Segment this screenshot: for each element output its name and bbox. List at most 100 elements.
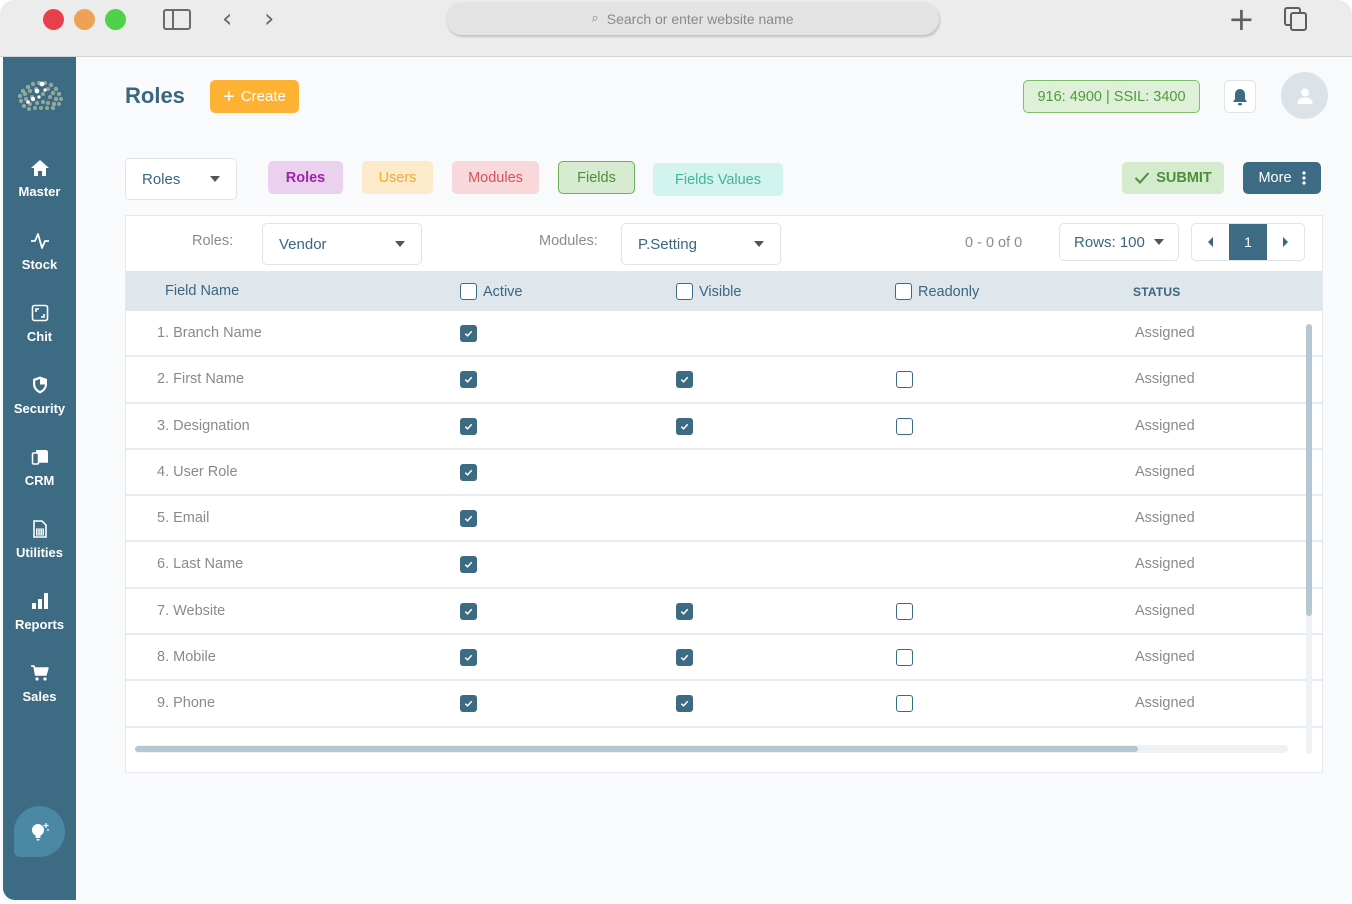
- readonly-checkbox[interactable]: [896, 649, 913, 667]
- lightbulb-sparkle-icon: [31, 822, 49, 840]
- entity-type-select[interactable]: Roles: [125, 158, 237, 200]
- select-all-visible-checkbox[interactable]: [676, 283, 693, 300]
- pagination: 1: [1191, 223, 1305, 261]
- sidebar-item-crm[interactable]: CRM: [3, 447, 76, 488]
- active-checkbox[interactable]: [460, 556, 477, 574]
- tab-fields-values[interactable]: Fields Values: [653, 163, 783, 196]
- active-checkbox[interactable]: [460, 463, 477, 481]
- active-checkbox[interactable]: [460, 602, 477, 620]
- sidebar-item-sales[interactable]: Sales: [3, 663, 76, 704]
- next-page-button[interactable]: [1267, 224, 1304, 260]
- sidebar-item-stock[interactable]: Stock: [3, 231, 76, 272]
- sidebar-toggle-icon[interactable]: [163, 9, 191, 30]
- assistant-button[interactable]: [14, 806, 65, 857]
- url-bar[interactable]: ⌕ Search or enter website name: [446, 2, 939, 35]
- readonly-checkbox[interactable]: [896, 602, 913, 620]
- table-row: 8. Mobile Assigned: [126, 635, 1322, 682]
- horizontal-scrollbar-thumb[interactable]: [135, 746, 1139, 752]
- pagination-range: 0 - 0 of 0: [965, 235, 1023, 251]
- home-icon: [3, 158, 76, 180]
- kebab-menu-icon: [1301, 171, 1306, 185]
- check-icon: [680, 377, 689, 384]
- back-arrow-icon[interactable]: ‹: [222, 4, 232, 34]
- column-header-active: Active: [460, 283, 523, 300]
- active-checkbox[interactable]: [460, 695, 477, 713]
- table-body: 1. Branch Name Assigned 2. First Name Assig…: [126, 311, 1322, 728]
- close-window-button[interactable]: [43, 9, 64, 30]
- notifications-button[interactable]: [1224, 80, 1256, 113]
- active-checkbox[interactable]: [460, 371, 477, 389]
- sidebar-item-security[interactable]: Security: [3, 375, 76, 416]
- readonly-cell: [896, 417, 913, 439]
- caret-left-icon: [1208, 237, 1214, 247]
- rows-per-page-select[interactable]: Rows: 100: [1059, 223, 1179, 261]
- active-checkbox[interactable]: [460, 417, 477, 435]
- minimize-window-button[interactable]: [74, 9, 95, 30]
- roles-filter-label: Roles:: [192, 233, 234, 249]
- tab-modules[interactable]: Modules: [452, 161, 539, 194]
- more-button[interactable]: More: [1243, 162, 1321, 194]
- tab-fields[interactable]: Fields: [558, 161, 635, 194]
- active-cell: [460, 695, 477, 713]
- readonly-checkbox[interactable]: [896, 371, 913, 389]
- sidebar-item-reports[interactable]: Reports: [3, 591, 76, 632]
- column-header-label: Visible: [699, 283, 742, 300]
- maximize-window-button[interactable]: [105, 9, 126, 30]
- check-icon: [464, 701, 473, 708]
- status-text: Assigned: [1135, 649, 1195, 666]
- active-cell: [460, 371, 477, 389]
- entity-type-value: Roles: [142, 170, 181, 188]
- sidebar-item-chit[interactable]: Chit: [3, 303, 76, 344]
- check-icon: [680, 423, 689, 430]
- module-select[interactable]: P.Setting: [621, 223, 781, 265]
- prev-page-button[interactable]: [1192, 224, 1229, 260]
- check-icon: [680, 608, 689, 615]
- caret-right-icon: [1282, 237, 1288, 247]
- readonly-checkbox[interactable]: [896, 417, 913, 435]
- visible-checkbox[interactable]: [676, 417, 693, 435]
- fields-table-card: Roles: Vendor Modules: P.Setting 0 - 0 o…: [125, 215, 1323, 773]
- visible-checkbox[interactable]: [676, 602, 693, 620]
- tab-users[interactable]: Users: [362, 161, 433, 194]
- active-checkbox[interactable]: [460, 510, 477, 528]
- sidebar-item-label: Sales: [22, 689, 57, 704]
- active-checkbox[interactable]: [460, 649, 477, 667]
- main-content: Roles + Create 916: 4900 | SSIL: 3400 Ro…: [76, 57, 1352, 904]
- select-all-active-checkbox[interactable]: [460, 283, 477, 300]
- vertical-scrollbar[interactable]: [1306, 324, 1312, 754]
- vertical-scrollbar-thumb[interactable]: [1306, 324, 1312, 617]
- select-all-readonly-checkbox[interactable]: [895, 283, 912, 300]
- sidebar-item-label: Master: [18, 184, 61, 199]
- search-icon: ⌕: [591, 11, 599, 26]
- tab-roles[interactable]: Roles: [268, 161, 343, 194]
- table-row: 7. Website Assigned: [126, 589, 1322, 636]
- forward-arrow-icon[interactable]: ›: [264, 4, 274, 34]
- tabs-overview-icon[interactable]: [1284, 7, 1308, 31]
- visible-checkbox[interactable]: [676, 695, 693, 713]
- column-header-label: Readonly: [918, 283, 980, 300]
- field-name: 4. User Role: [157, 463, 238, 480]
- sidebar-item-master[interactable]: Master: [3, 158, 76, 199]
- readonly-cell: [896, 602, 913, 624]
- page-button-current[interactable]: 1: [1229, 224, 1267, 260]
- sidebar-item-label: Security: [13, 401, 66, 416]
- caret-down-icon: [395, 241, 405, 247]
- new-tab-icon[interactable]: +: [1228, 2, 1255, 36]
- visible-checkbox[interactable]: [676, 371, 693, 389]
- readonly-checkbox[interactable]: [896, 695, 913, 713]
- column-header-readonly: Readonly: [895, 283, 979, 300]
- horizontal-scrollbar[interactable]: [135, 745, 1288, 753]
- gold-rate-badge: 916: 4900 | SSIL: 3400: [1023, 80, 1200, 113]
- bar-chart-icon: [3, 591, 76, 613]
- submit-button[interactable]: SUBMIT: [1122, 162, 1224, 194]
- visible-cell: [676, 695, 693, 713]
- active-cell: [460, 325, 477, 343]
- sidebar-item-utilities[interactable]: Utilities: [3, 519, 76, 560]
- table-row: 2. First Name Assigned: [126, 357, 1322, 404]
- check-icon: [464, 654, 473, 661]
- user-avatar[interactable]: [1281, 72, 1328, 119]
- create-button[interactable]: + Create: [210, 80, 299, 113]
- active-checkbox[interactable]: [460, 325, 477, 342]
- visible-checkbox[interactable]: [676, 649, 693, 667]
- role-select[interactable]: Vendor: [262, 223, 422, 265]
